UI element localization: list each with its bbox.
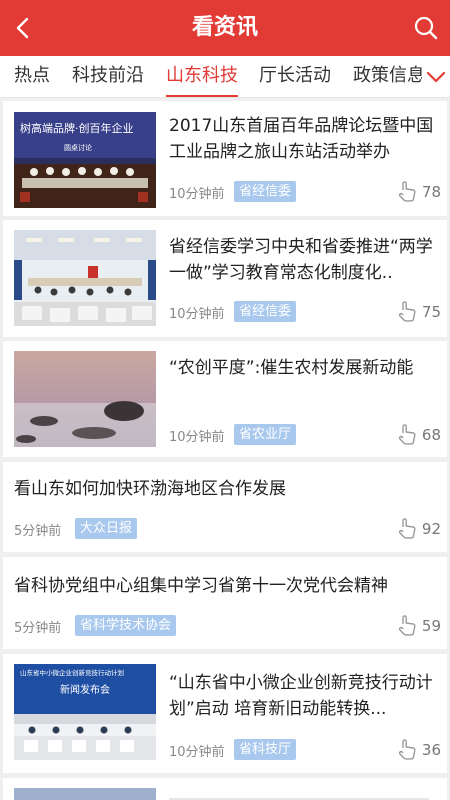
news-title: 省经信委学习中央和省委推进“两学一做”学习教育常态化制度化.. xyxy=(169,237,433,283)
news-time: 10分钟前 xyxy=(169,307,225,322)
like-count[interactable]: 75 xyxy=(397,300,441,324)
like-count-value: 75 xyxy=(421,303,441,321)
news-list: 树高端品牌·创百年企业 圆桌讨论 2017山东首届百年品牌论坛暨中国工业品牌之旅… xyxy=(0,98,450,800)
source-tag: 省科学技术协会 xyxy=(75,615,177,636)
source-tag: 大众日报 xyxy=(75,518,138,539)
news-item[interactable]: “农创平度”:催生农村发展新动能 10分钟前 省农业厅 68 xyxy=(3,341,447,457)
thumbs-up-icon xyxy=(398,181,416,202)
thumbnail-caption: 圆桌讨论 xyxy=(64,143,92,152)
news-time: 5分钟前 xyxy=(14,524,62,539)
thumbs-up-icon xyxy=(398,518,416,539)
like-count-value: 59 xyxy=(421,617,441,635)
like-count[interactable]: 78 xyxy=(397,180,441,204)
tab-hot[interactable]: 热点 xyxy=(14,56,50,97)
news-time: 10分钟前 xyxy=(169,187,225,202)
category-tabs: 热点 科技前沿 山东科技 厅长活动 政策信息 xyxy=(0,56,450,98)
thumbnail-caption: 山东省中小微企业创新竞技行动计划 xyxy=(20,668,124,677)
thumbnail-caption: 新闻发布会 xyxy=(60,683,110,696)
thumbs-up-icon xyxy=(398,739,416,760)
chevron-down-icon xyxy=(426,71,446,83)
source-tag: 省农业厅 xyxy=(234,424,297,445)
tab-director-activities[interactable]: 厅长活动 xyxy=(259,56,331,97)
news-title: “农创平度”:催生农村发展新动能 xyxy=(169,358,414,378)
news-time: 10分钟前 xyxy=(169,430,225,445)
source-tag: 省科技厅 xyxy=(234,739,297,760)
news-thumbnail: 山东省中小微企业创新竞技行动计划 新闻发布会 xyxy=(14,664,156,760)
thumbs-up-icon xyxy=(398,424,416,445)
search-button[interactable] xyxy=(408,10,444,46)
like-count-value: 92 xyxy=(421,520,441,538)
thumbnail-caption: 树高端品牌·创百年企业 xyxy=(20,121,134,135)
page-title: 看资讯 xyxy=(191,15,258,40)
like-count[interactable]: 59 xyxy=(397,614,441,638)
news-title: “山东省中小微企业创新竞技行动计划”启动 培育新旧动能转换... xyxy=(169,673,433,719)
tab-shandong-tech[interactable]: 山东科技 xyxy=(166,56,238,97)
news-title: 2017山东首届百年品牌论坛暨中国工业品牌之旅山东站活动举办 xyxy=(169,116,434,162)
news-title: 看山东如何加快环渤海地区合作发展 xyxy=(14,479,286,499)
news-item[interactable]: 看山东如何加快环渤海地区合作发展 5分钟前 大众日报 92 xyxy=(3,462,447,552)
like-count[interactable]: 36 xyxy=(397,738,441,762)
source-tag: 省经信委 xyxy=(234,301,297,322)
news-time: 10分钟前 xyxy=(169,745,225,760)
tab-policy-info[interactable]: 政策信息 xyxy=(353,56,425,97)
search-icon xyxy=(414,16,438,40)
news-item[interactable]: 省经信委学习中央和省委推进“两学一做”学习教育常态化制度化.. 10分钟前 省经… xyxy=(3,220,447,337)
like-count[interactable]: 92 xyxy=(397,517,441,541)
news-thumbnail xyxy=(14,230,156,326)
top-bar: 看资讯 xyxy=(0,0,450,56)
like-count-value: 78 xyxy=(421,183,441,201)
news-item[interactable]: 省科协党组中心组集中学习省第十一次党代会精神 5分钟前 省科学技术协会 59 xyxy=(3,557,447,649)
news-time: 5分钟前 xyxy=(14,621,62,636)
source-tag: 省经信委 xyxy=(234,181,297,202)
thumbs-up-icon xyxy=(398,301,416,322)
news-thumbnail xyxy=(14,788,156,800)
like-count-value: 36 xyxy=(421,741,441,759)
news-thumbnail xyxy=(14,351,156,447)
news-item[interactable]: 树高端品牌·创百年企业 圆桌讨论 2017山东首届百年品牌论坛暨中国工业品牌之旅… xyxy=(3,101,447,216)
tab-tech-frontier[interactable]: 科技前沿 xyxy=(72,56,144,97)
news-item[interactable] xyxy=(3,778,447,800)
like-count-value: 68 xyxy=(421,426,441,444)
more-tabs-button[interactable] xyxy=(422,56,450,97)
news-title: 省科协党组中心组集中学习省第十一次党代会精神 xyxy=(14,576,388,596)
news-item[interactable]: 山东省中小微企业创新竞技行动计划 新闻发布会 “山东省中小微企业创新竞技行动计划… xyxy=(3,654,447,773)
news-thumbnail: 树高端品牌·创百年企业 圆桌讨论 xyxy=(14,112,156,208)
thumbs-up-icon xyxy=(398,615,416,636)
like-count[interactable]: 68 xyxy=(397,423,441,447)
